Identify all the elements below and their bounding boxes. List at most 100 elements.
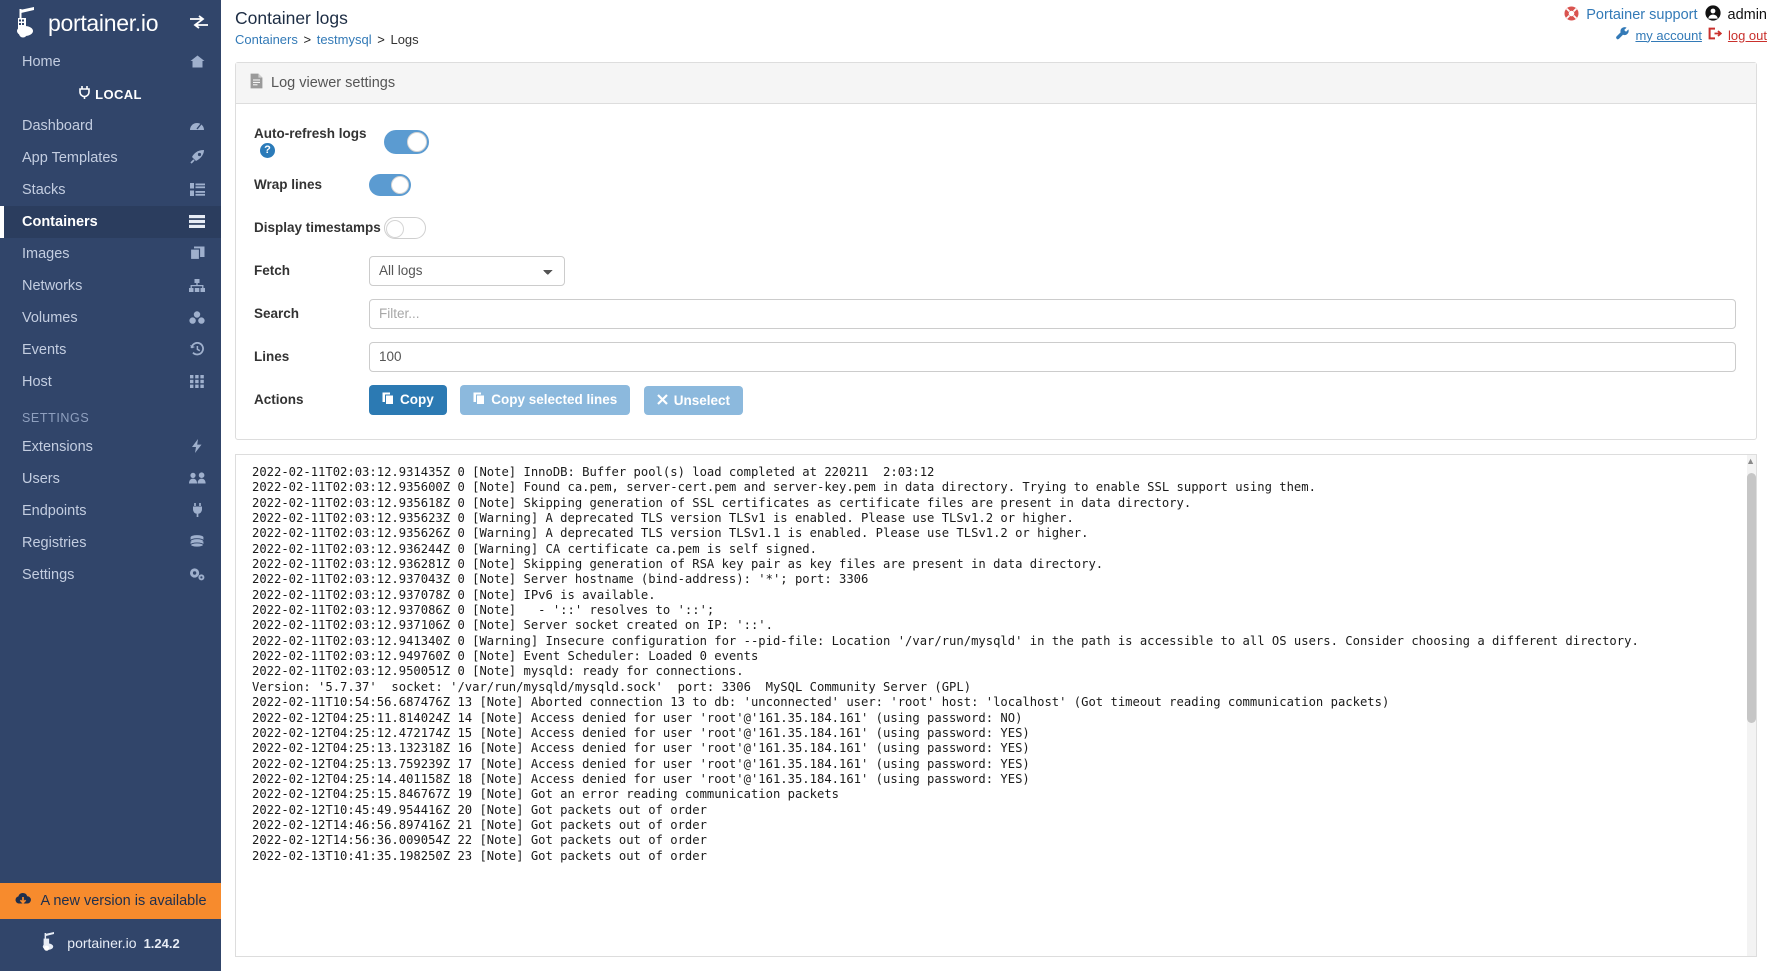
- breadcrumb-container-link[interactable]: testmysql: [317, 32, 372, 47]
- log-line[interactable]: 2022-02-11T02:03:12.936244Z 0 [Warning] …: [252, 542, 1742, 557]
- log-line[interactable]: 2022-02-11T02:03:12.936281Z 0 [Note] Ski…: [252, 557, 1742, 572]
- sidebar-item-app-templates[interactable]: App Templates: [0, 142, 221, 174]
- copy-icon: [382, 392, 394, 408]
- topbar: Container logs Containers > testmysql > …: [221, 0, 1769, 48]
- log-line[interactable]: 2022-02-12T10:45:49.954416Z 20 [Note] Go…: [252, 803, 1742, 818]
- log-output[interactable]: 2022-02-11T02:03:12.931435Z 0 [Note] Inn…: [236, 455, 1756, 956]
- networks-icon: [187, 278, 207, 294]
- sidebar-item-registries[interactable]: Registries: [0, 527, 221, 559]
- sidebar-item-networks[interactable]: Networks: [0, 270, 221, 302]
- search-input[interactable]: [369, 298, 1736, 329]
- panel-header: Log viewer settings: [236, 63, 1756, 104]
- plug-icon: [79, 86, 90, 102]
- log-line[interactable]: 2022-02-11T02:03:12.931435Z 0 [Note] Inn…: [252, 465, 1742, 480]
- auto-refresh-toggle[interactable]: [384, 129, 429, 154]
- sidebar-item-dashboard[interactable]: Dashboard: [0, 110, 221, 142]
- sidebar-item-label: Images: [22, 246, 70, 262]
- log-scrollbar[interactable]: ▲: [1746, 455, 1756, 956]
- logout-link[interactable]: log out: [1728, 28, 1767, 43]
- plug-icon: [187, 503, 207, 519]
- log-line[interactable]: 2022-02-12T04:25:14.401158Z 18 [Note] Ac…: [252, 772, 1742, 787]
- update-available-banner[interactable]: A new version is available: [0, 883, 221, 919]
- volumes-icon: [187, 310, 207, 326]
- lines-input[interactable]: [369, 341, 1736, 372]
- question-mark-icon[interactable]: ?: [260, 142, 275, 158]
- copy-selected-label: Copy selected lines: [491, 392, 618, 407]
- users-icon: [187, 472, 207, 486]
- list-icon: [187, 182, 207, 198]
- log-line[interactable]: 2022-02-12T04:25:13.132318Z 16 [Note] Ac…: [252, 741, 1742, 756]
- log-line[interactable]: 2022-02-11T02:03:12.937086Z 0 [Note] - '…: [252, 603, 1742, 618]
- sidebar-item-users[interactable]: Users: [0, 463, 221, 495]
- toggle-knob: [386, 219, 404, 238]
- grid-icon: [187, 374, 207, 390]
- log-line[interactable]: 2022-02-12T14:46:56.897416Z 21 [Note] Go…: [252, 818, 1742, 833]
- log-line[interactable]: 2022-02-12T04:25:12.472174Z 15 [Note] Ac…: [252, 726, 1742, 741]
- log-line[interactable]: 2022-02-11T02:03:12.950051Z 0 [Note] mys…: [252, 664, 1742, 679]
- wrench-icon: [1616, 27, 1630, 43]
- log-line[interactable]: Version: '5.7.37' socket: '/var/run/mysq…: [252, 680, 1742, 695]
- sidebar-bottom: A new version is available portainer.io …: [0, 883, 221, 971]
- log-line[interactable]: 2022-02-13T10:41:35.198250Z 23 [Note] Go…: [252, 849, 1742, 864]
- log-line[interactable]: 2022-02-11T02:03:12.949760Z 0 [Note] Eve…: [252, 649, 1742, 664]
- log-line[interactable]: 2022-02-11T02:03:12.935626Z 0 [Warning] …: [252, 526, 1742, 541]
- panel-title: Log viewer settings: [271, 75, 396, 91]
- copy-button[interactable]: Copy: [369, 384, 447, 415]
- log-output-panel: 2022-02-11T02:03:12.931435Z 0 [Note] Inn…: [235, 454, 1757, 957]
- my-account-link[interactable]: my account: [1635, 28, 1701, 43]
- unselect-button[interactable]: Unselect: [643, 385, 743, 415]
- user-name: admin: [1727, 7, 1768, 23]
- panel-body: Auto-refresh logs ? Wrap lines Display t…: [236, 104, 1756, 439]
- log-line[interactable]: 2022-02-11T02:03:12.937043Z 0 [Note] Ser…: [252, 572, 1742, 587]
- fetch-row: Fetch All logs: [254, 249, 1738, 292]
- search-label: Search: [254, 306, 300, 321]
- sidebar-item-extensions[interactable]: Extensions: [0, 431, 221, 463]
- sidebar-item-label: Registries: [22, 535, 87, 551]
- wrap-lines-row: Wrap lines: [254, 163, 1738, 206]
- portainer-support-link[interactable]: Portainer support: [1586, 7, 1697, 23]
- fetch-select[interactable]: All logs: [369, 255, 565, 286]
- sidebar-item-home[interactable]: Home: [0, 46, 221, 78]
- local-endpoint-badge: LOCAL: [0, 78, 221, 110]
- sidebar-item-label: Volumes: [22, 310, 78, 326]
- log-line[interactable]: 2022-02-11T02:03:12.937106Z 0 [Note] Ser…: [252, 618, 1742, 633]
- dashboard-icon: [187, 119, 207, 134]
- sidebar-item-volumes[interactable]: Volumes: [0, 302, 221, 334]
- log-line[interactable]: 2022-02-11T10:54:56.687476Z 13 [Note] Ab…: [252, 695, 1742, 710]
- unselect-label: Unselect: [673, 392, 730, 408]
- log-line[interactable]: 2022-02-12T04:25:11.814024Z 14 [Note] Ac…: [252, 711, 1742, 726]
- display-timestamps-toggle[interactable]: [384, 216, 426, 239]
- log-line[interactable]: 2022-02-12T04:25:13.759239Z 17 [Note] Ac…: [252, 757, 1742, 772]
- search-input-wrap: [369, 298, 1738, 329]
- sidebar-item-events[interactable]: Events: [0, 334, 221, 366]
- sidebar-item-label: Containers: [22, 214, 98, 230]
- log-line[interactable]: 2022-02-11T02:03:12.935623Z 0 [Warning] …: [252, 511, 1742, 526]
- sidebar-item-endpoints[interactable]: Endpoints: [0, 495, 221, 527]
- breadcrumb-containers-link[interactable]: Containers: [235, 32, 298, 47]
- auto-refresh-label-wrap: Auto-refresh logs ?: [254, 126, 384, 158]
- log-line[interactable]: 2022-02-11T02:03:12.935600Z 0 [Note] Fou…: [252, 480, 1742, 495]
- log-scrollbar-thumb[interactable]: [1747, 473, 1756, 723]
- home-icon: [187, 55, 207, 70]
- log-line[interactable]: 2022-02-12T14:56:36.009054Z 22 [Note] Go…: [252, 833, 1742, 848]
- log-line[interactable]: 2022-02-11T02:03:12.941340Z 0 [Warning] …: [252, 634, 1742, 649]
- copy-selected-lines-button[interactable]: Copy selected lines: [460, 384, 631, 415]
- sidebar-item-containers[interactable]: Containers: [0, 206, 221, 238]
- log-line[interactable]: 2022-02-12T04:25:15.846767Z 19 [Note] Go…: [252, 787, 1742, 802]
- sidebar-item-stacks[interactable]: Stacks: [0, 174, 221, 206]
- sidebar-item-label: App Templates: [22, 150, 118, 166]
- toggle-knob: [391, 175, 409, 194]
- log-line[interactable]: 2022-02-11T02:03:12.935618Z 0 [Note] Ski…: [252, 496, 1742, 511]
- log-line[interactable]: 2022-02-11T02:03:12.937078Z 0 [Note] IPv…: [252, 588, 1742, 603]
- main-content: Container logs Containers > testmysql > …: [221, 0, 1769, 971]
- file-text-icon: [250, 73, 263, 93]
- copy-icon: [473, 392, 486, 408]
- auto-refresh-label: Auto-refresh logs: [254, 125, 367, 141]
- collapse-arrows-icon[interactable]: [189, 14, 209, 32]
- wrap-lines-toggle[interactable]: [369, 173, 411, 196]
- sidebar-item-host[interactable]: Host: [0, 366, 221, 398]
- sidebar-item-label: Stacks: [22, 182, 66, 198]
- sidebar-item-images[interactable]: Images: [0, 238, 221, 270]
- sidebar-item-settings[interactable]: Settings: [0, 559, 221, 591]
- scroll-up-arrow[interactable]: ▲: [1746, 457, 1755, 466]
